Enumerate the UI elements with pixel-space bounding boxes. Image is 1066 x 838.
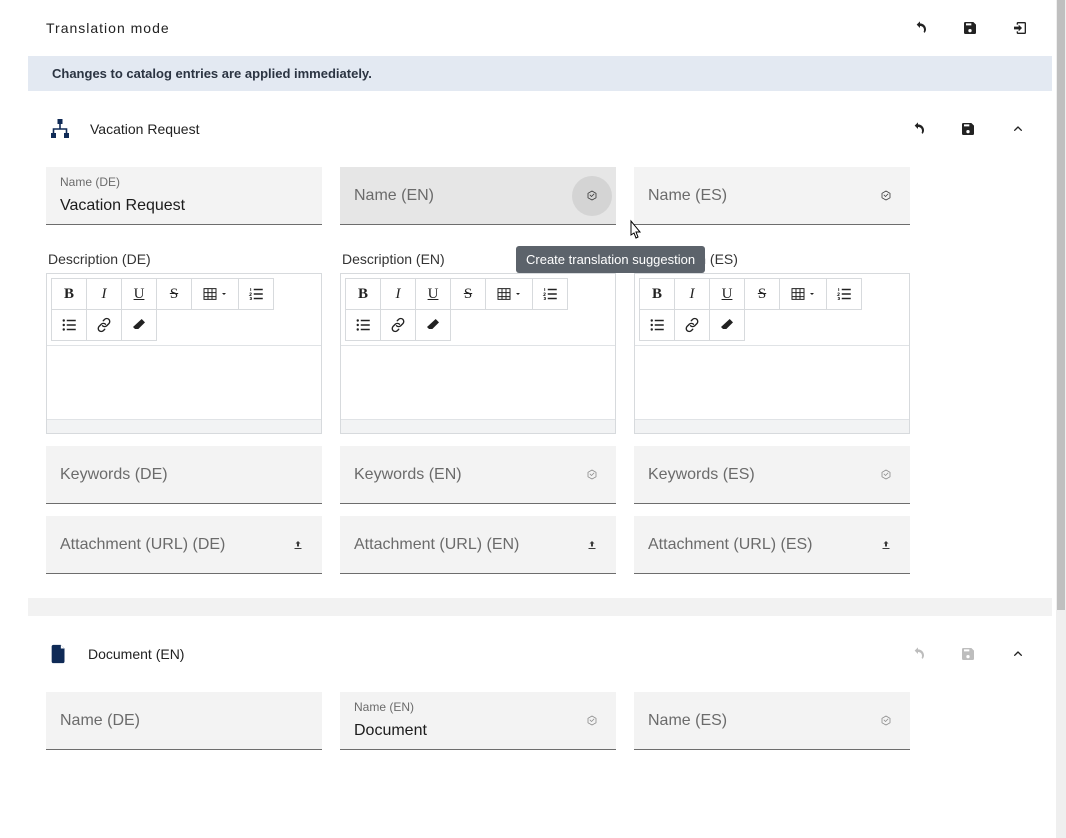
rte-link-button[interactable] <box>380 309 416 341</box>
description-es-editor[interactable]: B I U S <box>634 273 910 434</box>
attachment-en-field[interactable]: Attachment (URL) (EN) <box>340 516 616 574</box>
rte-unordered-list-button[interactable] <box>51 309 87 341</box>
name-es-field[interactable]: Name (ES) <box>634 167 910 225</box>
rte-footer <box>341 419 615 433</box>
upload-icon[interactable] <box>286 533 310 557</box>
description-de-editor[interactable]: B I U S <box>46 273 322 434</box>
panel-document: Document (EN) Name (DE) Name (EN) Docume… <box>28 616 1052 774</box>
scrollbar-thumb[interactable] <box>1057 0 1065 610</box>
suggest-icon[interactable] <box>874 184 898 208</box>
rte-underline-button[interactable]: U <box>709 278 745 310</box>
name-de-field[interactable]: Name (DE) <box>46 692 322 750</box>
rte-text-area[interactable] <box>47 345 321 419</box>
panel-save-button[interactable] <box>954 640 982 668</box>
field-label: Name (ES) <box>648 712 727 730</box>
rte-unordered-list-button[interactable] <box>345 309 381 341</box>
suggest-icon[interactable] <box>874 463 898 487</box>
rte-underline-button[interactable]: U <box>121 278 157 310</box>
rte-clear-format-button[interactable] <box>709 309 745 341</box>
field-label: Name (EN) <box>354 187 434 205</box>
panel-collapse-button[interactable] <box>1004 640 1032 668</box>
rte-table-button[interactable] <box>779 278 827 310</box>
name-en-field[interactable]: Name (EN) Document <box>340 692 616 750</box>
rte-table-button[interactable] <box>191 278 239 310</box>
rte-italic-button[interactable]: I <box>380 278 416 310</box>
field-value: Vacation Request <box>60 197 185 215</box>
rte-link-button[interactable] <box>86 309 122 341</box>
description-en-editor[interactable]: B I U S <box>340 273 616 434</box>
field-value: Document <box>354 722 427 740</box>
panel-undo-button[interactable] <box>904 640 932 668</box>
field-label: Name (EN) <box>354 700 414 714</box>
rte-text-area[interactable] <box>341 345 615 419</box>
suggest-icon[interactable] <box>874 709 898 733</box>
keywords-de-field[interactable]: Keywords (DE) <box>46 446 322 504</box>
panel-collapse-button[interactable] <box>1004 115 1032 143</box>
upload-icon[interactable] <box>580 533 604 557</box>
suggest-icon[interactable] <box>580 463 604 487</box>
save-button[interactable] <box>956 14 984 42</box>
rte-ordered-list-button[interactable] <box>826 278 862 310</box>
name-de-field[interactable]: Name (DE) Vacation Request <box>46 167 322 225</box>
attachment-de-field[interactable]: Attachment (URL) (DE) <box>46 516 322 574</box>
rte-table-button[interactable] <box>485 278 533 310</box>
tooltip-suggest: Create translation suggestion <box>516 246 705 273</box>
rte-strike-button[interactable]: S <box>450 278 486 310</box>
rte-strike-button[interactable]: S <box>744 278 780 310</box>
name-en-field[interactable]: Name (EN) <box>340 167 616 225</box>
field-label: Attachment (URL) (ES) <box>648 536 812 554</box>
hierarchy-icon <box>48 117 72 141</box>
info-banner: Changes to catalog entries are applied i… <box>28 56 1052 91</box>
rte-underline-button[interactable]: U <box>415 278 451 310</box>
page-title: Translation mode <box>46 20 170 36</box>
rte-clear-format-button[interactable] <box>121 309 157 341</box>
rte-unordered-list-button[interactable] <box>639 309 675 341</box>
upload-icon[interactable] <box>874 533 898 557</box>
keywords-es-field[interactable]: Keywords (ES) <box>634 446 910 504</box>
suggest-icon[interactable] <box>580 709 604 733</box>
rte-ordered-list-button[interactable] <box>532 278 568 310</box>
rte-bold-button[interactable]: B <box>51 278 87 310</box>
exit-button[interactable] <box>1006 14 1034 42</box>
panel-save-button[interactable] <box>954 115 982 143</box>
rte-bold-button[interactable]: B <box>639 278 675 310</box>
field-label: Attachment (URL) (DE) <box>60 536 225 554</box>
rte-footer <box>635 419 909 433</box>
panel-vacation-request: Vacation Request Name (DE) Vacation Requ… <box>28 91 1052 598</box>
rte-italic-button[interactable]: I <box>86 278 122 310</box>
file-icon <box>48 643 70 665</box>
rte-link-button[interactable] <box>674 309 710 341</box>
description-de-label: Description (DE) <box>46 237 322 273</box>
rte-text-area[interactable] <box>635 345 909 419</box>
panel-title: Document (EN) <box>88 646 184 662</box>
undo-button[interactable] <box>906 14 934 42</box>
rte-footer <box>47 419 321 433</box>
rte-strike-button[interactable]: S <box>156 278 192 310</box>
field-label: Keywords (DE) <box>60 466 168 484</box>
panel-title: Vacation Request <box>90 121 199 137</box>
field-label: Attachment (URL) (EN) <box>354 536 519 554</box>
field-label: Name (DE) <box>60 175 120 189</box>
suggest-icon[interactable] <box>580 184 604 208</box>
attachment-es-field[interactable]: Attachment (URL) (ES) <box>634 516 910 574</box>
panel-separator <box>28 598 1052 616</box>
scrollbar-track[interactable] <box>1056 0 1066 838</box>
rte-italic-button[interactable]: I <box>674 278 710 310</box>
topbar: Translation mode <box>28 0 1052 56</box>
field-label: Name (DE) <box>60 712 140 730</box>
rte-ordered-list-button[interactable] <box>238 278 274 310</box>
field-label: Keywords (EN) <box>354 466 462 484</box>
name-es-field[interactable]: Name (ES) <box>634 692 910 750</box>
keywords-en-field[interactable]: Keywords (EN) <box>340 446 616 504</box>
rte-bold-button[interactable]: B <box>345 278 381 310</box>
rte-clear-format-button[interactable] <box>415 309 451 341</box>
panel-undo-button[interactable] <box>904 115 932 143</box>
field-label: Name (ES) <box>648 187 727 205</box>
field-label: Keywords (ES) <box>648 466 755 484</box>
